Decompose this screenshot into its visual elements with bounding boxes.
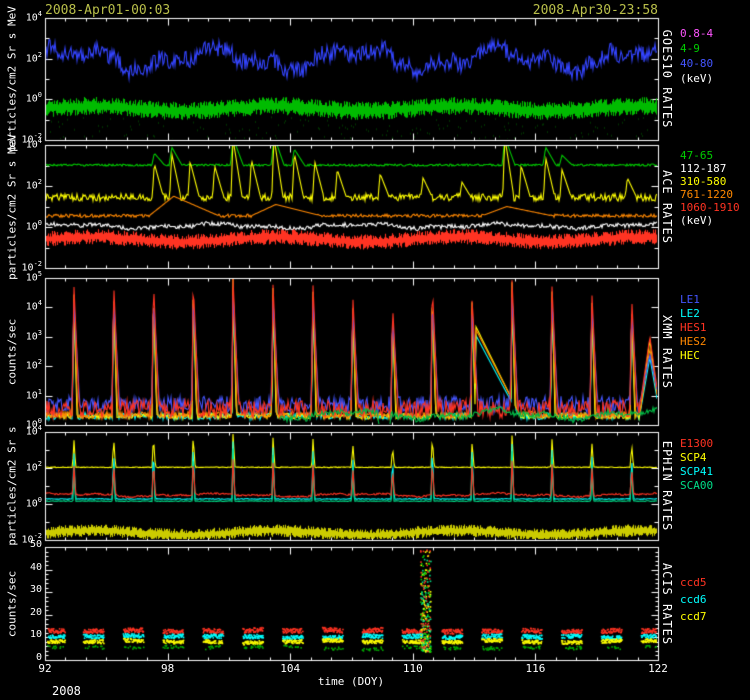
y-tick-label: 101 (0, 389, 42, 401)
y-tick-label: 102 (0, 461, 42, 473)
legend-ccd7: ccd7 (680, 611, 707, 622)
y-axis-title-acis-rates: counts/sec (7, 570, 18, 636)
panel-title-goes10-rates: GOES10 RATES (661, 30, 673, 129)
legend-kev: (keV) (680, 73, 713, 84)
legend-1060-1910: 1060-1910 (680, 202, 740, 213)
y-tick-label: 104 (0, 138, 42, 150)
y-axis-title-xmm-rates: counts/sec (7, 318, 18, 384)
end-datetime: 2008-Apr30-23:58 (533, 3, 658, 18)
y-tick-label: 50 (0, 540, 42, 550)
legend-47-65: 47-65 (680, 150, 713, 161)
y-tick-label: 102 (0, 179, 42, 191)
x-tick-label: 116 (520, 663, 550, 674)
legend-761-1220: 761-1220 (680, 189, 733, 200)
panel-title-acis-rates: ACIS RATES (661, 562, 673, 644)
y-tick-label: 30 (0, 585, 42, 595)
legend-0-8-4: 0.8-4 (680, 28, 713, 39)
x-axis-year: 2008 (52, 684, 81, 698)
legend-hes1: HES1 (680, 322, 707, 333)
y-tick-label: 105 (0, 271, 42, 283)
y-tick-label: 104 (0, 425, 42, 437)
legend-scp41: SCP41 (680, 466, 713, 477)
legend-ccd6: ccd6 (680, 594, 707, 605)
legend-40-80: 40-80 (680, 58, 713, 69)
x-tick-label: 92 (30, 663, 60, 674)
legend-hes2: HES2 (680, 336, 707, 347)
y-tick-label: 102 (0, 359, 42, 371)
legend-4-9: 4-9 (680, 43, 700, 54)
x-tick-label: 104 (275, 663, 305, 674)
y-axis-title-ephin-rates: particles/cm2 Sr s (7, 426, 18, 545)
plot-canvas (0, 0, 750, 700)
y-tick-label: 100 (0, 220, 42, 232)
x-tick-label: 122 (643, 663, 673, 674)
legend-hec: HEC (680, 350, 700, 361)
legend-le1: LE1 (680, 294, 700, 305)
y-tick-label: 100 (0, 92, 42, 104)
y-tick-label: 0 (0, 653, 42, 663)
y-tick-label: 104 (0, 300, 42, 312)
legend-e1300: E1300 (680, 438, 713, 449)
panel-title-ephin-rates: EPHIN RATES (661, 441, 673, 531)
legend-112-187: 112-187 (680, 163, 726, 174)
y-tick-label: 103 (0, 330, 42, 342)
y-axis-title-ace-rates: particles/cm2 Sr s MeV (7, 134, 18, 280)
y-tick-label: 20 (0, 608, 42, 618)
panel-title-xmm-rates: XMM RATES (661, 314, 673, 388)
y-axis-title-goes10-rates: particles/cm2 Sr s MeV (7, 6, 18, 152)
legend-kev: (keV) (680, 215, 713, 226)
y-tick-label: 100 (0, 497, 42, 509)
legend-310-580: 310-580 (680, 176, 726, 187)
start-datetime: 2008-Apr01-00:03 (45, 3, 170, 18)
y-tick-label: 10 (0, 630, 42, 640)
y-tick-label: 102 (0, 52, 42, 64)
legend-le2: LE2 (680, 308, 700, 319)
y-tick-label: 104 (0, 11, 42, 23)
x-axis-title: time (DOY) (318, 675, 384, 688)
radiation-monitor-plot: 2008-Apr01-00:03 2008-Apr30-23:58 time (… (0, 0, 750, 700)
x-tick-label: 98 (153, 663, 183, 674)
panel-title-ace-rates: ACE RATES (661, 169, 673, 243)
x-tick-label: 110 (398, 663, 428, 674)
legend-scp4: SCP4 (680, 452, 707, 463)
legend-ccd5: ccd5 (680, 577, 707, 588)
y-tick-label: 40 (0, 563, 42, 573)
legend-sca00: SCA00 (680, 480, 713, 491)
